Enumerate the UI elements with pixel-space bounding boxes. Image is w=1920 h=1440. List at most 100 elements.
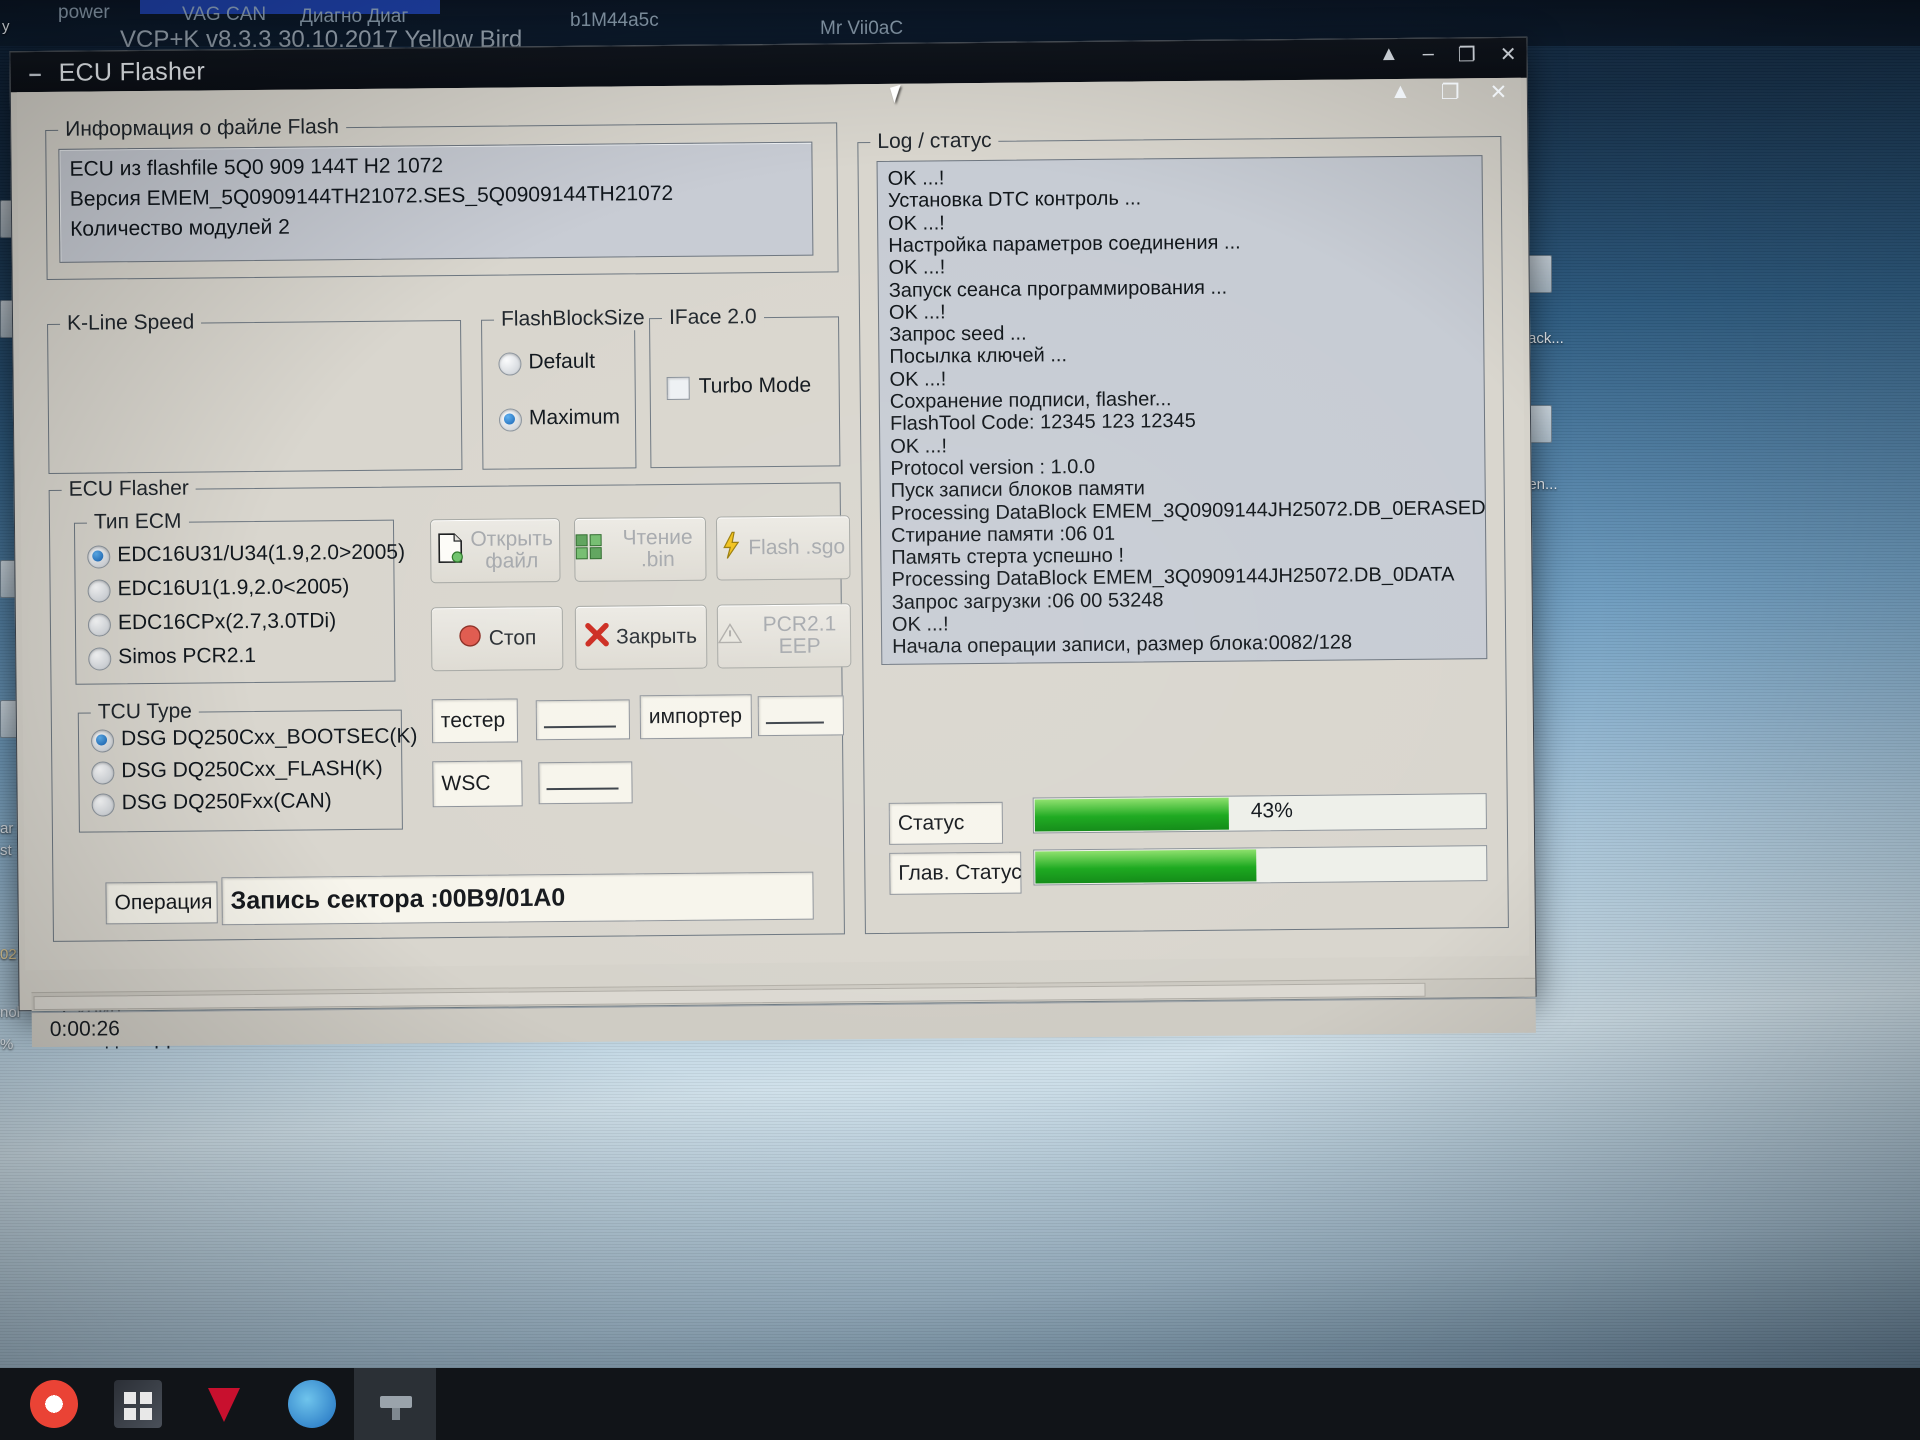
radio-ecm-0-label: EDC16U31/U34(1.9,2.0>2005) xyxy=(117,540,406,567)
flash-info-line-0: ECU из flashfile 5Q0 909 144T H2 1072 xyxy=(69,154,444,181)
status-progress-fill xyxy=(1034,797,1229,832)
radio-ecm-0[interactable] xyxy=(87,545,111,569)
desktop-label-y: y xyxy=(2,18,10,35)
outer-window-controls[interactable]: ▲ ❐ ✕ xyxy=(1390,80,1507,105)
radio-tcu-0[interactable] xyxy=(90,729,115,753)
outer-close-icon[interactable]: ✕ xyxy=(1490,80,1508,105)
operation-label-box: Операция xyxy=(105,881,218,925)
radio-tcu-2[interactable] xyxy=(91,793,115,817)
window-title: ECU Flasher xyxy=(58,57,206,87)
importer-label: импортер xyxy=(648,704,743,729)
flash-info-line-1: Версия EMEM_5Q0909144TH21072.SES_5Q09091… xyxy=(69,181,674,211)
log-line-8: Посылка ключей ... xyxy=(889,344,1068,369)
radio-tcu-2-label: DSG DQ250Fxx(CAN) xyxy=(121,789,332,815)
radio-tcu-1[interactable] xyxy=(91,761,115,785)
flash-info-caption: Информация о файле Flash xyxy=(58,115,347,142)
log-line-6: OK ...! xyxy=(888,301,946,324)
close-button[interactable]: Закрыть xyxy=(574,604,708,670)
log-line-12: OK ...! xyxy=(890,434,948,458)
bg-title-2: Диагно Диаг xyxy=(300,6,409,27)
log-line-21: Начала операции записи, размер блока:008… xyxy=(892,631,1353,659)
bg-title-4: Mr Vii0aC xyxy=(820,18,904,39)
lightning-icon xyxy=(721,531,741,565)
ecu-flasher-window: – ECU Flasher ▲ – ❐ ✕ Информация о файле… xyxy=(9,36,1537,1048)
wsc-label: WSC xyxy=(441,771,491,796)
flashblocksize-caption: FlashBlockSize xyxy=(493,306,652,332)
main-progress-bar xyxy=(1033,845,1488,886)
log-status-caption: Log / статус xyxy=(870,128,999,155)
desktop-label-pct: % xyxy=(0,1036,14,1053)
read-bin-label: Чтение .bin xyxy=(622,525,693,572)
operation-label: Операция xyxy=(114,890,213,915)
main-status-label: Глав. Статус xyxy=(898,860,1022,885)
log-line-15: Processing DataBlock EMEM_3Q0909144JH250… xyxy=(890,496,1488,525)
flash-sgo-button[interactable]: Flash .sgo xyxy=(715,515,851,581)
radio-default[interactable] xyxy=(498,352,522,376)
iface-caption: IFace 2.0 xyxy=(661,305,764,331)
tester-field[interactable]: тестер xyxy=(431,698,519,744)
log-line-11: FlashTool Code: 12345 123 12345 xyxy=(889,410,1196,436)
radio-ecm-3[interactable] xyxy=(88,647,112,671)
wsc-field[interactable]: WSC xyxy=(432,760,523,808)
desktop-label-ack: ack... xyxy=(1528,330,1564,347)
wsc-value-field[interactable] xyxy=(538,761,633,805)
windows-taskbar xyxy=(0,1368,1920,1440)
window-client-area: Информация о файле Flash ECU из flashfil… xyxy=(16,77,1536,1048)
edge-icon[interactable] xyxy=(288,1380,336,1428)
radio-ecm-2[interactable] xyxy=(87,613,112,637)
window-up-icon[interactable]: ▲ xyxy=(1379,43,1399,68)
log-status-group: Log / статус OK ...! Установка DTC контро… xyxy=(857,128,1509,935)
mcafee-icon[interactable] xyxy=(200,1380,248,1428)
log-line-7: Запрос seed ... xyxy=(889,322,1027,346)
bg-title-3: b1M44a5c xyxy=(570,10,659,31)
log-line-17: Память стерта успешно ! xyxy=(891,544,1125,569)
window-restore-button[interactable]: ❐ xyxy=(1458,42,1476,67)
warning-icon xyxy=(717,622,743,650)
log-textbox[interactable]: OK ...! Установка DTC контроль ... OK ...!… xyxy=(876,155,1488,665)
pcr-eep-button[interactable]: PCR2.1 EEP xyxy=(716,603,852,669)
tcu-type-group: TCU Type DSG DQ250Cxx_BOOTSEC(K) DSG DQ2… xyxy=(77,699,418,833)
outer-restore-icon[interactable]: ❐ xyxy=(1441,80,1460,105)
log-line-16: Стирание памяти :06 01 xyxy=(891,522,1116,547)
open-file-button[interactable]: Открыть файл xyxy=(429,518,561,584)
pcr-eep-label: PCR2.1 EEP xyxy=(762,612,837,658)
radio-tcu-1-label: DSG DQ250Cxx_FLASH(K) xyxy=(121,756,383,783)
importer-value-field[interactable] xyxy=(757,695,845,737)
radio-maximum-label: Maximum xyxy=(528,405,621,430)
turbo-mode-checkbox[interactable] xyxy=(666,376,690,401)
log-line-9: OK ...! xyxy=(889,368,947,391)
tester-label: тестер xyxy=(440,708,506,733)
vcp-app-icon[interactable] xyxy=(372,1380,420,1428)
log-line-2: OK ...! xyxy=(888,211,945,235)
radio-maximum[interactable] xyxy=(498,408,523,432)
window-close-button[interactable]: ✕ xyxy=(1500,42,1517,67)
outer-up-icon[interactable]: ▲ xyxy=(1390,80,1411,105)
flash-info-line-2: Количество модулей 2 xyxy=(70,215,290,241)
red-x-icon xyxy=(585,622,609,653)
radio-default-label: Default xyxy=(528,349,596,374)
log-line-13: Protocol version : 1.0.0 xyxy=(890,455,1096,480)
window-system-icon[interactable]: – xyxy=(29,60,42,87)
operation-value: Запись сектора :00B9/01A0 xyxy=(230,883,566,915)
log-line-0: OK ...! xyxy=(887,167,945,190)
turbo-mode-label: Turbo Mode xyxy=(698,373,812,398)
importer-field[interactable]: импортер xyxy=(639,694,753,740)
status-label-box: Статус xyxy=(888,801,1004,845)
chrome-icon[interactable] xyxy=(30,1380,78,1428)
window-minimize-button[interactable]: – xyxy=(1423,43,1434,68)
open-file-label: Открыть файл xyxy=(470,527,553,573)
read-bin-button[interactable]: Чтение .bin xyxy=(573,516,707,582)
kline-speed-group: K-Line Speed xyxy=(47,310,463,474)
radio-tcu-0-label: DSG DQ250Cxx_BOOTSEC(K) xyxy=(120,724,418,751)
store-icon[interactable] xyxy=(114,1380,162,1428)
bg-title-0: power xyxy=(58,2,110,23)
tester-value-field[interactable] xyxy=(535,699,631,741)
radio-ecm-1[interactable] xyxy=(87,579,111,603)
desktop-label-nol: nol xyxy=(0,1004,21,1021)
window-controls[interactable]: ▲ – ❐ ✕ xyxy=(1379,42,1517,68)
stop-button[interactable]: Стоп xyxy=(430,606,564,672)
close-label: Закрыть xyxy=(616,624,698,649)
kline-speed-caption: K-Line Speed xyxy=(59,310,202,336)
status-progress-percent: 43% xyxy=(1250,799,1293,823)
bg-title-1: VAG CAN xyxy=(182,4,267,25)
